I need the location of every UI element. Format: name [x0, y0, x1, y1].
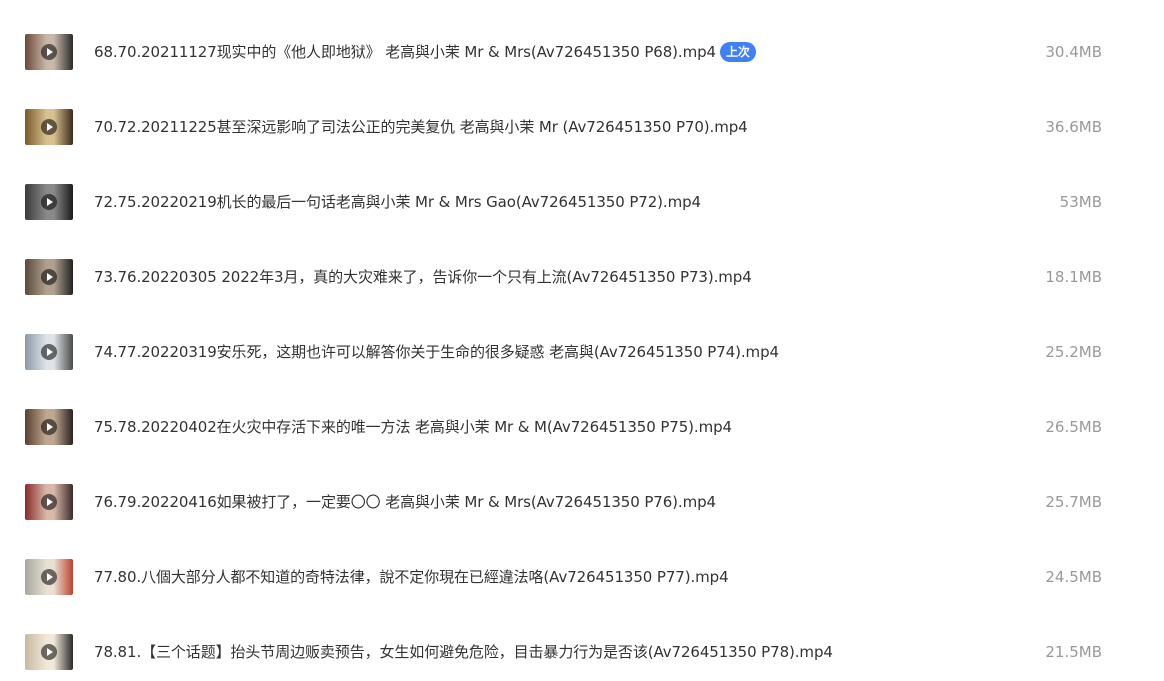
file-name-text: 76.79.20220416如果被打了，一定要〇〇 老高與小茉 Mr & Mrs…: [94, 493, 716, 511]
play-icon: [41, 494, 57, 510]
file-size: 21.5MB: [1045, 643, 1102, 661]
file-row[interactable]: 77.80.八個大部分人都不知道的奇特法律，說不定你現在已經違法咯(Av7264…: [0, 559, 1164, 634]
play-triangle-icon: [47, 573, 53, 581]
file-name[interactable]: 70.72.20211225甚至深远影响了司法公正的完美复仇 老高與小茉 Mr …: [94, 117, 748, 137]
file-row[interactable]: 70.72.20211225甚至深远影响了司法公正的完美复仇 老高與小茉 Mr …: [0, 109, 1164, 184]
video-thumbnail[interactable]: [25, 559, 73, 595]
file-size: 26.5MB: [1045, 418, 1102, 436]
file-name[interactable]: 75.78.20220402在火灾中存活下来的唯一方法 老高與小茉 Mr & M…: [94, 417, 732, 437]
file-row[interactable]: 72.75.20220219机长的最后一句话老高與小茉 Mr & Mrs Gao…: [0, 184, 1164, 259]
file-row[interactable]: 74.77.20220319安乐死，这期也许可以解答你关于生命的很多疑惑 老高與…: [0, 334, 1164, 409]
file-size: 30.4MB: [1045, 43, 1102, 61]
file-row[interactable]: 75.78.20220402在火灾中存活下来的唯一方法 老高與小茉 Mr & M…: [0, 409, 1164, 484]
last-viewed-badge: 上次: [719, 42, 756, 62]
play-triangle-icon: [47, 423, 53, 431]
file-size: 36.6MB: [1045, 118, 1102, 136]
file-size: 24.5MB: [1045, 568, 1102, 586]
file-size: 25.7MB: [1045, 493, 1102, 511]
file-name-text: 73.76.20220305 2022年3月，真的大灾难来了，告诉你一个只有上流…: [94, 268, 752, 286]
video-thumbnail[interactable]: [25, 484, 73, 520]
video-thumbnail[interactable]: [25, 634, 73, 670]
file-name[interactable]: 73.76.20220305 2022年3月，真的大灾难来了，告诉你一个只有上流…: [94, 267, 752, 287]
play-triangle-icon: [47, 48, 53, 56]
file-name[interactable]: 68.70.20211127现实中的《他人即地狱》 老高與小茉 Mr & Mrs…: [94, 42, 756, 62]
play-triangle-icon: [47, 123, 53, 131]
file-name[interactable]: 76.79.20220416如果被打了，一定要〇〇 老高與小茉 Mr & Mrs…: [94, 492, 716, 512]
file-name-text: 77.80.八個大部分人都不知道的奇特法律，說不定你現在已經違法咯(Av7264…: [94, 568, 729, 586]
file-size: 53MB: [1059, 193, 1102, 211]
play-triangle-icon: [47, 198, 53, 206]
play-icon: [41, 269, 57, 285]
file-list: 68.70.20211127现实中的《他人即地狱》 老高與小茉 Mr & Mrs…: [0, 0, 1164, 681]
play-icon: [41, 569, 57, 585]
play-icon: [41, 419, 57, 435]
file-row[interactable]: 73.76.20220305 2022年3月，真的大灾难来了，告诉你一个只有上流…: [0, 259, 1164, 334]
video-thumbnail[interactable]: [25, 184, 73, 220]
file-row[interactable]: 76.79.20220416如果被打了，一定要〇〇 老高與小茉 Mr & Mrs…: [0, 484, 1164, 559]
play-triangle-icon: [47, 498, 53, 506]
play-icon: [41, 644, 57, 660]
play-icon: [41, 194, 57, 210]
file-row[interactable]: 78.81.【三个话题】抬头节周边贩卖预告，女生如何避免危险，目击暴力行为是否该…: [0, 634, 1164, 681]
video-thumbnail[interactable]: [25, 109, 73, 145]
video-thumbnail[interactable]: [25, 334, 73, 370]
play-icon: [41, 344, 57, 360]
file-name[interactable]: 77.80.八個大部分人都不知道的奇特法律，說不定你現在已經違法咯(Av7264…: [94, 567, 729, 587]
file-name-text: 74.77.20220319安乐死，这期也许可以解答你关于生命的很多疑惑 老高與…: [94, 343, 779, 361]
play-icon: [41, 44, 57, 60]
video-thumbnail[interactable]: [25, 409, 73, 445]
file-name-text: 72.75.20220219机长的最后一句话老高與小茉 Mr & Mrs Gao…: [94, 193, 701, 211]
play-icon: [41, 119, 57, 135]
file-name-text: 75.78.20220402在火灾中存活下来的唯一方法 老高與小茉 Mr & M…: [94, 418, 732, 436]
play-triangle-icon: [47, 648, 53, 656]
file-row[interactable]: 68.70.20211127现实中的《他人即地狱》 老高與小茉 Mr & Mrs…: [0, 34, 1164, 109]
file-size: 25.2MB: [1045, 343, 1102, 361]
video-thumbnail[interactable]: [25, 259, 73, 295]
file-name[interactable]: 74.77.20220319安乐死，这期也许可以解答你关于生命的很多疑惑 老高與…: [94, 342, 779, 362]
play-triangle-icon: [47, 273, 53, 281]
file-name-text: 78.81.【三个话题】抬头节周边贩卖预告，女生如何避免危险，目击暴力行为是否该…: [94, 643, 833, 661]
file-name[interactable]: 78.81.【三个话题】抬头节周边贩卖预告，女生如何避免危险，目击暴力行为是否该…: [94, 642, 833, 662]
play-triangle-icon: [47, 348, 53, 356]
file-name[interactable]: 72.75.20220219机长的最后一句话老高與小茉 Mr & Mrs Gao…: [94, 192, 701, 212]
video-thumbnail[interactable]: [25, 34, 73, 70]
file-name-text: 68.70.20211127现实中的《他人即地狱》 老高與小茉 Mr & Mrs…: [94, 43, 716, 61]
file-size: 18.1MB: [1045, 268, 1102, 286]
file-name-text: 70.72.20211225甚至深远影响了司法公正的完美复仇 老高與小茉 Mr …: [94, 118, 748, 136]
